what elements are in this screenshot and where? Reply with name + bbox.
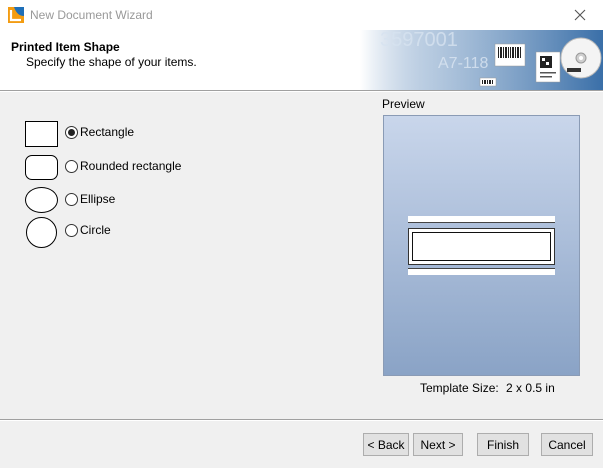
circle-shape-icon: [26, 217, 57, 248]
radio-label-rounded-rectangle: Rounded rectangle: [80, 159, 182, 173]
close-icon: [574, 9, 586, 21]
rounded-rectangle-shape-icon: [25, 155, 58, 180]
back-button[interactable]: < Back: [363, 433, 409, 456]
radio-label-circle: Circle: [80, 223, 111, 237]
page-subtitle: Specify the shape of your items.: [26, 55, 197, 69]
template-size-value: 2 x 0.5 in: [506, 381, 555, 395]
svg-text:3597001: 3597001: [380, 30, 458, 51]
svg-text:A7-118: A7-118: [438, 55, 489, 72]
template-size-label: Template Size:: [420, 381, 499, 395]
footer-separator: [0, 419, 603, 421]
header-banner-image: 3597001 A7-118: [360, 30, 603, 90]
page-title: Printed Item Shape: [11, 40, 120, 54]
app-logo-icon: [8, 7, 24, 23]
cancel-button[interactable]: Cancel: [541, 433, 593, 456]
close-button[interactable]: [557, 0, 603, 30]
rectangle-shape-icon: [25, 121, 58, 147]
header-separator: [0, 90, 603, 92]
radio-label-ellipse: Ellipse: [80, 192, 116, 206]
window-title: New Document Wizard: [30, 8, 153, 22]
ellipse-shape-icon: [25, 187, 58, 213]
radio-label-rectangle: Rectangle: [80, 125, 135, 139]
radio-rectangle[interactable]: [65, 126, 78, 139]
next-button[interactable]: Next >: [413, 433, 463, 456]
radio-rounded-rectangle[interactable]: [65, 160, 78, 173]
wizard-header: Printed Item Shape Specify the shape of …: [0, 30, 603, 90]
preview-panel: [383, 115, 580, 376]
label-strip-below: [408, 268, 555, 275]
label-strip-above: [408, 216, 555, 223]
preview-label: Preview: [382, 97, 425, 111]
template-size: Template Size: 2 x 0.5 in: [420, 381, 555, 395]
title-bar: New Document Wizard: [0, 0, 603, 30]
radio-circle[interactable]: [65, 224, 78, 237]
label-strip-main: [408, 228, 555, 265]
radio-ellipse[interactable]: [65, 193, 78, 206]
finish-button[interactable]: Finish: [477, 433, 529, 456]
